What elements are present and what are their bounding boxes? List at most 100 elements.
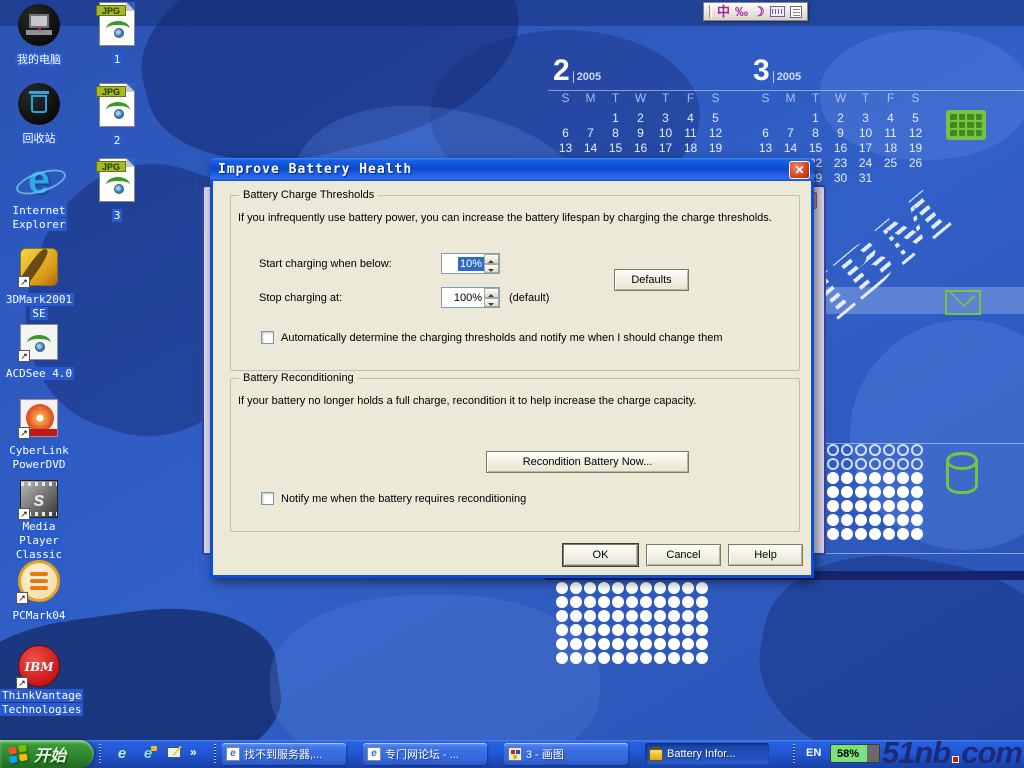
desktop-icon-pcmark04[interactable]: ↗ PCMark04 (0, 560, 78, 623)
help-button[interactable]: Help (728, 544, 803, 566)
tray-grip[interactable] (793, 744, 795, 764)
stop-charging-spinner[interactable]: 100% (441, 287, 500, 308)
taskbar-grip[interactable] (214, 744, 216, 764)
battery-charge-thresholds-group: Battery Charge Thresholds If you infrequ… (230, 195, 800, 371)
desktop-icon-label: PCMark04 (0, 609, 78, 623)
calendar-day: 11 (878, 126, 903, 141)
wallpaper-dot (654, 652, 666, 664)
ime-keyboard-icon[interactable] (770, 6, 785, 17)
calendar-day: 15 (803, 141, 828, 156)
battery-meter[interactable]: 58% (830, 744, 880, 763)
taskbar-button-3[interactable]: 3 - 画图 (504, 743, 628, 765)
desktop-icon-3dmark2001[interactable]: ↗ 3DMark2001 SE (0, 248, 78, 321)
ime-language-bar[interactable]: 中 ‰ ☽ (703, 2, 808, 21)
stop-charging-value[interactable]: 100% (452, 291, 484, 305)
ime-menu-icon[interactable] (790, 6, 802, 18)
wallpaper-dot (640, 624, 652, 636)
calendar-day (753, 111, 778, 126)
windows-logo-icon (8, 744, 27, 764)
wallpaper-dot (897, 486, 909, 498)
browser-quicklaunch-icon[interactable]: e (138, 745, 158, 763)
calendar-day (578, 111, 603, 126)
calendar-day: 5 (903, 111, 928, 126)
calendar-month: 2 (553, 54, 570, 87)
wallpaper-dot (911, 486, 923, 498)
desktop-icon-recycle-bin[interactable]: 回收站 (0, 83, 78, 146)
ime-punctuation-button[interactable]: ☽ (753, 3, 765, 20)
wallpaper-dot (696, 610, 708, 622)
quick-launch-more-chevron[interactable]: » (190, 745, 197, 759)
cancel-button[interactable]: Cancel (646, 544, 721, 566)
battery-reconditioning-group: Battery Reconditioning If your battery n… (230, 378, 800, 532)
wallpaper-dot (598, 596, 610, 608)
internet-explorer-icon: e (17, 158, 61, 202)
wallpaper-dot (654, 638, 666, 650)
start-charging-spinner[interactable]: 10% (441, 253, 500, 274)
desktop-icon-internet-explorer[interactable]: e Internet Explorer (0, 158, 78, 232)
wallpaper-dot (869, 458, 881, 470)
wallpaper-dot (654, 596, 666, 608)
start-charging-value[interactable]: 10% (458, 257, 484, 271)
notify-reconditioning-checkbox[interactable] (261, 492, 274, 505)
calendar-day: 30 (828, 171, 853, 186)
calendar-day: 13 (753, 141, 778, 156)
start-button[interactable]: 开始 (0, 740, 94, 768)
show-desktop-icon[interactable] (164, 745, 184, 763)
calendar-day: 26 (903, 156, 928, 171)
quick-launch-grip[interactable] (99, 744, 101, 764)
wallpaper-dot (556, 582, 568, 594)
auto-determine-checkbox[interactable] (261, 331, 274, 344)
calendar-day: 9 (628, 126, 653, 141)
close-button[interactable]: ✕ (789, 161, 810, 179)
internet-explorer-quicklaunch-icon[interactable]: e (112, 745, 132, 763)
desktop-file-jpg-1[interactable]: JPG 1 (88, 2, 146, 67)
taskbar-button-2[interactable]: e专门网论坛 - ... (363, 743, 487, 765)
wallpaper-dot (640, 638, 652, 650)
wallpaper-dot (640, 652, 652, 664)
wallpaper-dot (897, 444, 909, 456)
wallpaper-dot (869, 472, 881, 484)
desktop-icon-media-player-classic[interactable]: s ↗ Media Player Classic (0, 480, 78, 562)
wallpaper-dot (556, 652, 568, 664)
calendar-day-header: S (553, 91, 578, 106)
desktop-icon-thinkvantage[interactable]: IBM ↗ ThinkVantage Technologies (0, 645, 78, 717)
wallpaper-dot (584, 596, 596, 608)
desktop-icon-acdsee[interactable]: ↗ ACDSee 4.0 (0, 324, 78, 381)
calendar-day: 8 (803, 126, 828, 141)
wallpaper-dot (827, 514, 839, 526)
ime-grip-handle[interactable] (709, 5, 712, 18)
desktop-file-jpg-2[interactable]: JPG 2 (88, 83, 146, 148)
spin-up-button[interactable] (484, 288, 499, 298)
wallpaper-dot (556, 596, 568, 608)
desktop-file-jpg-3[interactable]: JPG 3 (88, 158, 146, 223)
calendar-day: 16 (628, 141, 653, 156)
taskbar-button-4[interactable]: Battery Infor... (645, 743, 769, 765)
dialog-titlebar[interactable]: Improve Battery Health ✕ (210, 158, 814, 181)
calendar-day: 16 (828, 141, 853, 156)
recondition-battery-button[interactable]: Recondition Battery Now... (486, 451, 689, 473)
calendar-year: 2005 (573, 71, 601, 83)
spin-down-button[interactable] (484, 264, 499, 274)
wallpaper-dot (855, 472, 867, 484)
wallpaper-dot (911, 458, 923, 470)
51nb-watermark: 51nbcom (882, 735, 1022, 768)
ie-page-icon: e (367, 747, 381, 761)
wallpaper-dot (883, 458, 895, 470)
wallpaper-dot (841, 528, 853, 540)
desktop-icon-powerdvd[interactable]: ↗ CyberLink PowerDVD (0, 399, 78, 472)
spin-down-button[interactable] (484, 298, 499, 308)
taskbar-button-1[interactable]: e找不到服务器,... (222, 743, 346, 765)
ime-chinese-button[interactable]: 中 (717, 3, 730, 20)
calendar-month: 3 (753, 54, 770, 87)
language-indicator[interactable]: EN (806, 747, 821, 759)
ime-width-toggle-button[interactable]: ‰ (735, 3, 748, 20)
wallpaper-dot (696, 596, 708, 608)
wallpaper-dot (682, 624, 694, 636)
spin-up-button[interactable] (484, 254, 499, 264)
group-description: If you infrequently use battery power, y… (238, 212, 772, 224)
desktop-icon-my-computer[interactable]: 我的电脑 (0, 4, 78, 67)
wallpaper-dot (626, 582, 638, 594)
defaults-button[interactable]: Defaults (614, 269, 689, 291)
wallpaper-dot (841, 486, 853, 498)
ok-button[interactable]: OK (563, 544, 638, 566)
